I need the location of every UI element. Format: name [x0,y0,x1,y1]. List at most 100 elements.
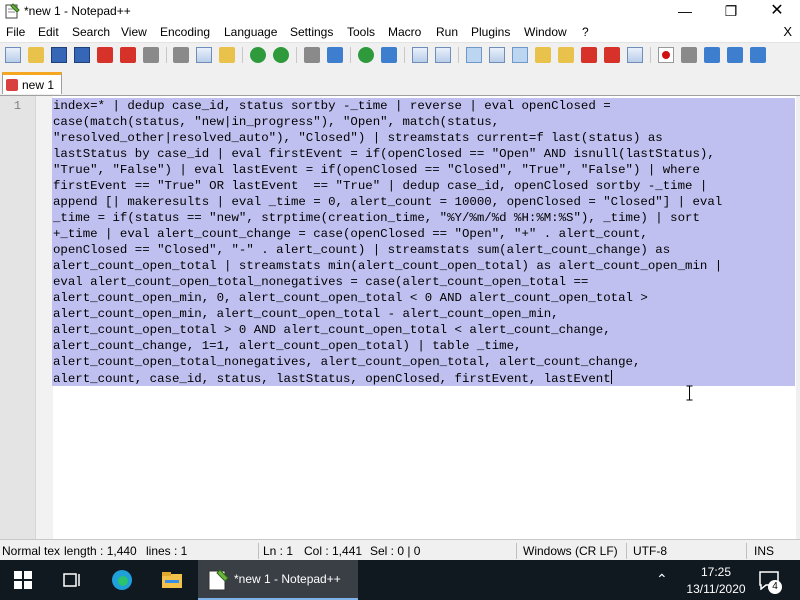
tab-bar: new 1 [0,67,800,95]
minimize-button[interactable]: — [662,0,708,22]
notepadpp-icon [5,3,20,19]
menu-language[interactable]: Language [224,25,277,39]
menu-help[interactable]: ? [582,25,589,39]
replace-icon[interactable] [327,47,343,63]
status-selection: Sel : 0 | 0 [370,544,421,558]
menu-encoding[interactable]: Encoding [160,25,210,39]
menu-plugins[interactable]: Plugins [471,25,510,39]
status-language: Normal tex [2,544,60,558]
toolbar-separator [166,47,167,63]
status-lines: lines : 1 [146,544,188,558]
status-separator [516,543,517,559]
notepadpp-taskbar-icon [208,569,229,591]
cut-icon[interactable] [173,47,189,63]
doc-map-icon[interactable] [558,47,574,63]
save-all-icon[interactable] [74,47,90,63]
status-bar: Normal tex length : 1,440 lines : 1 Ln :… [0,539,800,562]
status-separator [626,543,627,559]
code-line: eval alert_count_open_total_nonegatives … [53,275,589,289]
clock-time[interactable]: 17:25 [686,565,746,579]
function-list-icon[interactable] [581,47,597,63]
redo-icon[interactable] [273,47,289,63]
tab-new-1[interactable]: new 1 [2,72,62,94]
toolbar [0,42,800,67]
code-line: alert_count_open_total | streamstats min… [53,259,723,273]
status-encoding[interactable]: UTF-8 [633,544,667,558]
print-icon[interactable] [143,47,159,63]
menu-file[interactable]: File [6,25,25,39]
line-number-gutter: 1 [0,96,35,539]
edge-browser-icon[interactable] [110,568,134,592]
monitoring-icon[interactable] [627,47,643,63]
toolbar-separator [296,47,297,63]
record-macro-icon[interactable] [658,47,674,63]
menu-macro[interactable]: Macro [388,25,421,39]
code-line: lastStatus by case_id | eval firstEvent … [53,147,715,161]
save-icon[interactable] [51,47,67,63]
close-document-button[interactable]: X [783,24,792,39]
indent-guide-icon[interactable] [512,47,528,63]
menu-run[interactable]: Run [436,25,458,39]
code-line: append [| makeresults | eval _time = 0, … [53,195,723,209]
window-title: *new 1 - Notepad++ [24,4,131,18]
code-line: +_time | eval alert_count_change = case(… [53,227,648,241]
menu-settings[interactable]: Settings [290,25,333,39]
menu-search[interactable]: Search [72,25,110,39]
new-file-icon[interactable] [5,47,21,63]
code-line: alert_count_change, 1=1, alert_count_ope… [53,339,522,353]
word-wrap-icon[interactable] [466,47,482,63]
toolbar-separator [242,47,243,63]
find-icon[interactable] [304,47,320,63]
paste-icon[interactable] [219,47,235,63]
windows-start-icon[interactable] [14,571,32,589]
menu-window[interactable]: Window [524,25,567,39]
save-macro-icon[interactable] [750,47,766,63]
taskbar: *new 1 - Notepad++ ⌃ 17:25 13/11/2020 4 [0,560,800,600]
code-line: alert_count_open_min, alert_count_open_t… [53,307,559,321]
close-all-icon[interactable] [120,47,136,63]
status-length: length : 1,440 [64,544,137,558]
clock-date[interactable]: 13/11/2020 [686,582,746,596]
toolbar-separator [650,47,651,63]
code-line: alert_count, case_id, status, lastStatus… [53,372,611,386]
code-line: alert_count_open_total > 0 AND alert_cou… [53,323,611,337]
scrollbar-edge [796,96,800,539]
code-line: index=* | dedup case_id, status sortby -… [53,99,611,113]
status-separator [258,543,259,559]
udl-icon[interactable] [535,47,551,63]
stop-macro-icon[interactable] [681,47,697,63]
menu-edit[interactable]: Edit [38,25,59,39]
file-explorer-icon[interactable] [160,568,184,592]
code-line: openClosed == "Closed", "-" . alert_coun… [53,243,671,257]
close-button[interactable]: ✕ [754,0,800,22]
code-line: alert_count_open_min, 0, alert_count_ope… [53,291,648,305]
open-file-icon[interactable] [28,47,44,63]
menu-view[interactable]: View [121,25,147,39]
line-number: 1 [13,99,22,113]
maximize-button[interactable]: ❐ [708,0,754,22]
run-macro-multiple-icon[interactable] [727,47,743,63]
zoom-in-icon[interactable] [358,47,374,63]
code-text[interactable]: index=* | dedup case_id, status sortby -… [53,98,722,386]
notification-count-badge: 4 [768,580,782,594]
editor-area[interactable]: 1 index=* | dedup case_id, status sortby… [0,95,800,539]
tab-label: new 1 [22,78,55,92]
task-view-icon[interactable] [60,568,84,592]
status-eol[interactable]: Windows (CR LF) [523,544,618,558]
sync-horizontal-icon[interactable] [435,47,451,63]
fold-margin[interactable] [35,96,53,539]
play-macro-icon[interactable] [704,47,720,63]
sync-vertical-icon[interactable] [412,47,428,63]
code-line: case(match(status, "new|in_progress"), "… [53,115,500,129]
show-all-chars-icon[interactable] [489,47,505,63]
folder-workspace-icon[interactable] [604,47,620,63]
close-file-icon[interactable] [97,47,113,63]
tray-chevron-icon[interactable]: ⌃ [656,571,668,588]
unsaved-file-icon [6,79,18,91]
copy-icon[interactable] [196,47,212,63]
zoom-out-icon[interactable] [381,47,397,63]
menu-tools[interactable]: Tools [347,25,375,39]
code-line: firstEvent == "True" OR lastEvent == "Tr… [53,179,708,193]
undo-icon[interactable] [250,47,266,63]
status-insert-mode[interactable]: INS [754,544,774,558]
